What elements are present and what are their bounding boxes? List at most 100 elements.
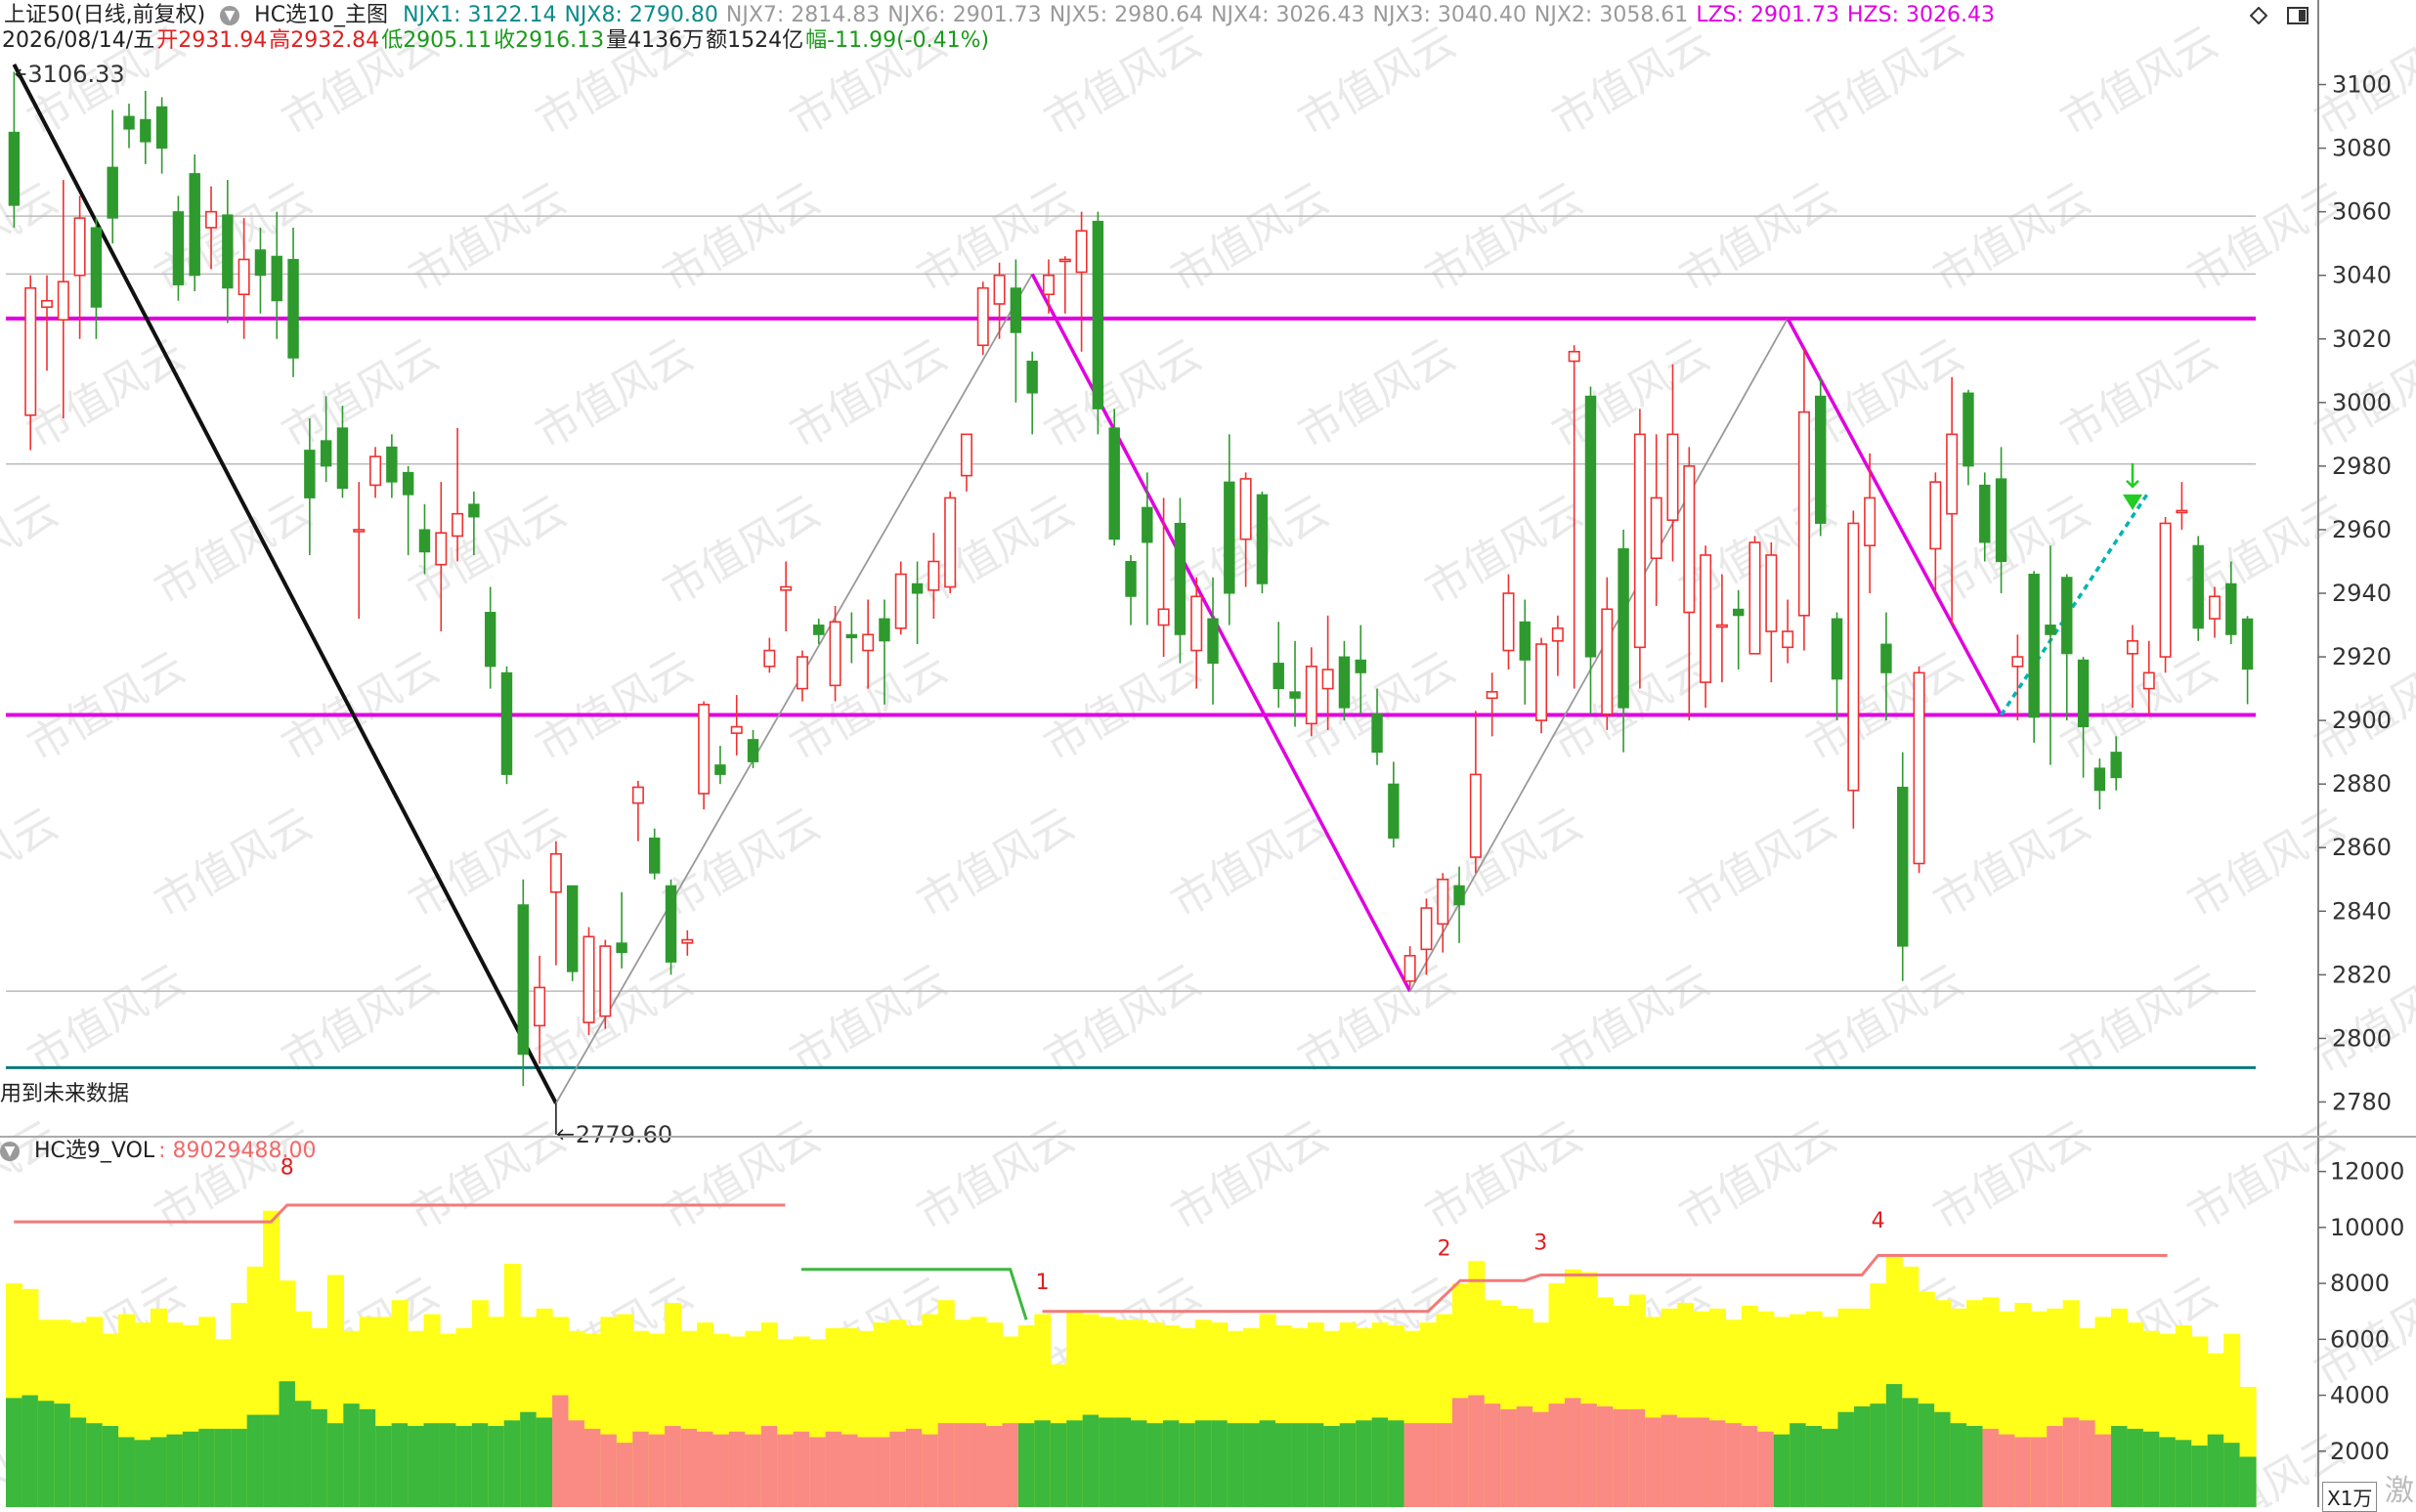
candle — [1092, 211, 1104, 435]
candle-body — [435, 532, 448, 566]
watermark-text: 市值风云 — [1163, 173, 1337, 302]
candle — [1584, 386, 1597, 714]
volume-bar — [359, 1317, 376, 1507]
watermark-text: 市值风云 — [1417, 1111, 1591, 1240]
diamond-icon[interactable] — [2249, 6, 2268, 25]
watermark-text: 市值风云 — [909, 486, 1083, 615]
volume-bar-lower — [182, 1431, 199, 1507]
candle — [599, 939, 612, 1029]
candle — [1486, 672, 1498, 737]
candle-body — [763, 649, 776, 668]
y-tick-label: 2820 — [2332, 961, 2392, 988]
volume-bar-lower — [1194, 1420, 1212, 1507]
instrument-title[interactable]: 上证50(日线,前复权) — [4, 3, 205, 27]
volume-bar-lower — [1580, 1404, 1598, 1507]
vol-y-tick-label: 12000 — [2330, 1158, 2404, 1186]
volume-bar — [1307, 1322, 1324, 1507]
panel-toggle-icon[interactable] — [2287, 7, 2308, 24]
volume-bar — [118, 1314, 136, 1507]
volume-bar — [1227, 1330, 1244, 1507]
candle — [976, 281, 989, 356]
watermark-text: 市值风云 — [1290, 17, 1464, 146]
volume-indicator-name[interactable]: HC选9_VOL — [34, 1139, 154, 1163]
candle — [698, 701, 711, 810]
watermark-text: 市值风云 — [1544, 329, 1718, 458]
volume-bar — [1274, 1325, 1293, 1507]
volume-bar-lower — [1050, 1423, 1067, 1507]
candle-body — [1142, 506, 1153, 543]
volume-indicator-value: : 89029488.00 — [158, 1139, 317, 1163]
chevron-down-icon[interactable]: ▼ — [0, 1142, 20, 1161]
wave-label-2: 2 — [1438, 1236, 1451, 1261]
candle-body — [1633, 433, 1646, 649]
volume-bar — [1146, 1322, 1164, 1507]
header-line-1: 上证50(日线,前复权) ▼ HC选10_主图 NJX1: 3122.14 NJX… — [4, 2, 2010, 29]
candle — [40, 275, 54, 371]
watermark-text: 市值风云 — [147, 486, 321, 615]
volume-bar — [246, 1266, 264, 1507]
volume-bar-lower — [1114, 1417, 1132, 1507]
candle-body — [222, 214, 234, 289]
volume-bar — [1179, 1327, 1196, 1507]
candle-body — [73, 217, 86, 277]
chevron-down-icon[interactable]: ▼ — [220, 6, 240, 25]
candle — [1010, 259, 1022, 403]
candle — [517, 879, 530, 1087]
watermark-text: 市值风云 — [1036, 955, 1210, 1084]
volume-bar — [970, 1317, 987, 1507]
watermark-text: 市值风云 — [655, 173, 829, 302]
candle-body — [2159, 522, 2172, 658]
candle — [1108, 409, 1120, 546]
candle — [2093, 758, 2106, 810]
volume-bar — [166, 1322, 184, 1507]
candle-body — [189, 173, 200, 277]
volume-bar-lower — [632, 1431, 650, 1507]
candle-body — [2028, 573, 2040, 718]
candle-body — [1979, 484, 1991, 543]
candle-body — [1224, 481, 1235, 594]
volume-panel[interactable]: 812 34 — [6, 1155, 2257, 1507]
ma-value-list: NJX1: 3122.14 NJX8: 2790.80 NJX7: 2814.83 N… — [403, 3, 2003, 27]
volume-bar-lower — [1500, 1408, 1518, 1507]
volume-bar-lower — [889, 1431, 907, 1507]
candle-body — [1700, 554, 1712, 683]
candle — [681, 929, 694, 956]
candle-body — [320, 440, 332, 467]
candle — [1535, 637, 1548, 734]
chart-canvas[interactable]: 市值风云 市值风云 市值风云 市值风云 市值风云 市值风云 市值风云 市值风云 市值风云 市值风云… — [0, 0, 2416, 1512]
watermark-text: 市值风云 — [1671, 173, 1845, 302]
candle — [566, 885, 579, 981]
candle-body — [1371, 713, 1383, 754]
candle-body — [1273, 663, 1284, 690]
volume-bar-lower — [2159, 1437, 2177, 1507]
volume-bar — [777, 1339, 795, 1507]
candle-body — [1650, 497, 1662, 560]
candle — [1748, 536, 1761, 655]
candle-body — [1929, 481, 1942, 550]
candle-body — [1502, 592, 1515, 652]
candle — [747, 729, 759, 768]
candle-body — [237, 258, 250, 296]
volume-bar — [2175, 1325, 2192, 1507]
volume-bar — [2142, 1330, 2160, 1507]
candle-body — [1683, 465, 1696, 614]
indicator-name[interactable]: HC选10_主图 — [254, 3, 388, 27]
candle-body — [40, 299, 54, 309]
volume-bar-lower — [6, 1398, 23, 1507]
volume-bar — [279, 1280, 296, 1507]
volume-bar-lower — [1371, 1417, 1389, 1507]
candle-body — [24, 286, 37, 416]
candle-body — [1782, 630, 1794, 649]
ma-value-2: NJX7: 2814.83 — [725, 3, 881, 27]
volume-bar-lower — [54, 1404, 71, 1507]
volume-bar-lower — [118, 1437, 136, 1507]
volume-bar — [552, 1317, 570, 1507]
volume-bar-lower — [520, 1411, 538, 1507]
volume-bar-lower — [471, 1423, 489, 1507]
candle — [714, 746, 726, 785]
volume-bar-lower — [1034, 1420, 1052, 1507]
candle — [402, 465, 414, 555]
quote-field-3: 低2905.11 — [381, 28, 493, 53]
volume-bar — [1291, 1327, 1309, 1507]
candle-body — [2110, 752, 2122, 779]
